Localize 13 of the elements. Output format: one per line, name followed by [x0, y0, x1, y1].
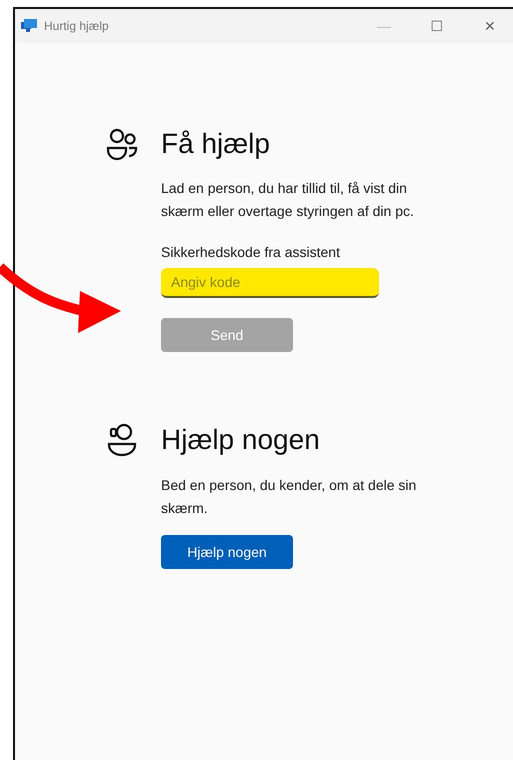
code-field[interactable]: Angiv kode — [161, 268, 379, 298]
person-icon — [106, 422, 138, 458]
close-button[interactable]: ✕ — [467, 18, 513, 34]
description: Bed en person, du kender, om at dele sin skærm. — [161, 476, 418, 518]
window-title: Hurtig hjælp — [44, 19, 110, 33]
field-label: Sikkerhedskode fra assistent — [161, 244, 341, 260]
maximize-button[interactable]: ☐ — [414, 18, 460, 34]
section-heading: Få hjælp — [161, 128, 270, 160]
people-icon — [105, 127, 139, 161]
help-button[interactable]: Hjælp nogen — [161, 535, 293, 569]
description: Lad en person, du har tillid til, få vist din skærm eller overtage styringen af din pc. — [161, 179, 415, 221]
monitor-icon — [20, 18, 37, 34]
section-heading: Hjælp nogen — [161, 424, 320, 456]
